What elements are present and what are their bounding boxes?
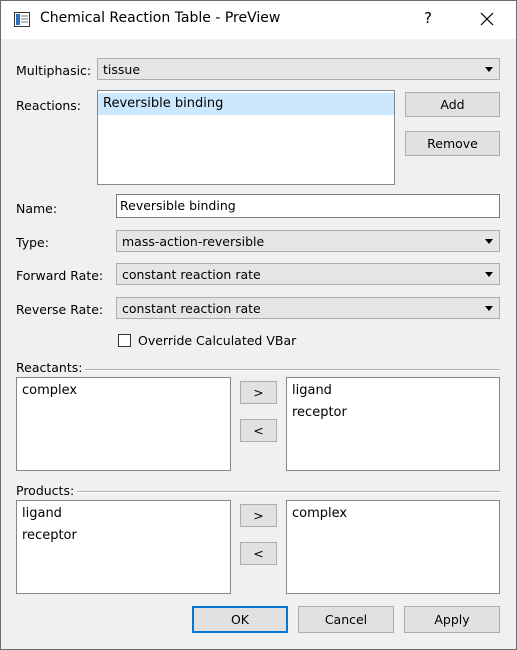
multiphasic-select[interactable]: tissue [97,58,500,80]
reactants-label: Reactants: [16,360,86,375]
reverse-rate-label: Reverse Rate: [16,302,104,317]
name-label: Name: [16,201,58,216]
list-item[interactable]: receptor [287,402,499,424]
reactants-divider [16,369,500,371]
products-selected-list[interactable]: complex [286,500,500,594]
products-available-list[interactable]: ligand receptor [16,500,231,594]
reactants-move-left-button[interactable]: < [240,419,277,442]
list-item[interactable]: ligand [287,380,499,402]
reactions-label: Reactions: [16,98,82,113]
help-button[interactable]: ? [421,9,435,27]
remove-button[interactable]: Remove [405,131,500,156]
reverse-rate-value: constant reaction rate [122,301,261,316]
multiphasic-value: tissue [103,62,141,77]
chevron-down-icon [485,67,493,72]
chevron-down-icon [485,272,493,277]
apply-button[interactable]: Apply [404,606,500,633]
products-move-right-button[interactable]: > [240,504,277,527]
products-label: Products: [16,483,78,498]
window-title: Chemical Reaction Table - PreView [40,10,281,26]
chevron-down-icon [485,306,493,311]
list-item[interactable]: complex [17,380,230,402]
reactants-available-list[interactable]: complex [16,377,231,471]
type-label: Type: [16,235,49,250]
name-field[interactable]: Reversible binding [116,194,500,218]
reactants-selected-list[interactable]: ligand receptor [286,377,500,471]
override-vbar-checkbox[interactable] [118,334,131,347]
multiphasic-label: Multiphasic: [16,63,92,78]
reactions-list[interactable]: Reversible binding [97,90,395,185]
forward-rate-value: constant reaction rate [122,267,261,282]
type-value: mass-action-reversible [122,234,265,249]
products-move-left-button[interactable]: < [240,542,277,565]
app-window-icon [14,12,30,27]
list-item[interactable]: ligand [17,503,230,525]
override-vbar-label: Override Calculated VBar [138,333,297,348]
forward-rate-label: Forward Rate: [16,268,104,283]
reactants-move-right-button[interactable]: > [240,381,277,404]
cancel-button[interactable]: Cancel [298,606,394,633]
type-select[interactable]: mass-action-reversible [116,230,500,252]
list-item[interactable]: receptor [17,525,230,547]
reverse-rate-select[interactable]: constant reaction rate [116,297,500,319]
list-item[interactable]: complex [287,503,499,525]
forward-rate-select[interactable]: constant reaction rate [116,263,500,285]
title-bar: Chemical Reaction Table - PreView ? [1,1,516,39]
products-divider [16,491,500,493]
dialog-window: Chemical Reaction Table - PreView ? Mult… [0,0,517,650]
list-item[interactable]: Reversible binding [98,93,394,115]
chevron-down-icon [485,239,493,244]
add-button[interactable]: Add [405,92,500,117]
close-icon[interactable] [473,5,501,33]
ok-button[interactable]: OK [192,606,288,633]
